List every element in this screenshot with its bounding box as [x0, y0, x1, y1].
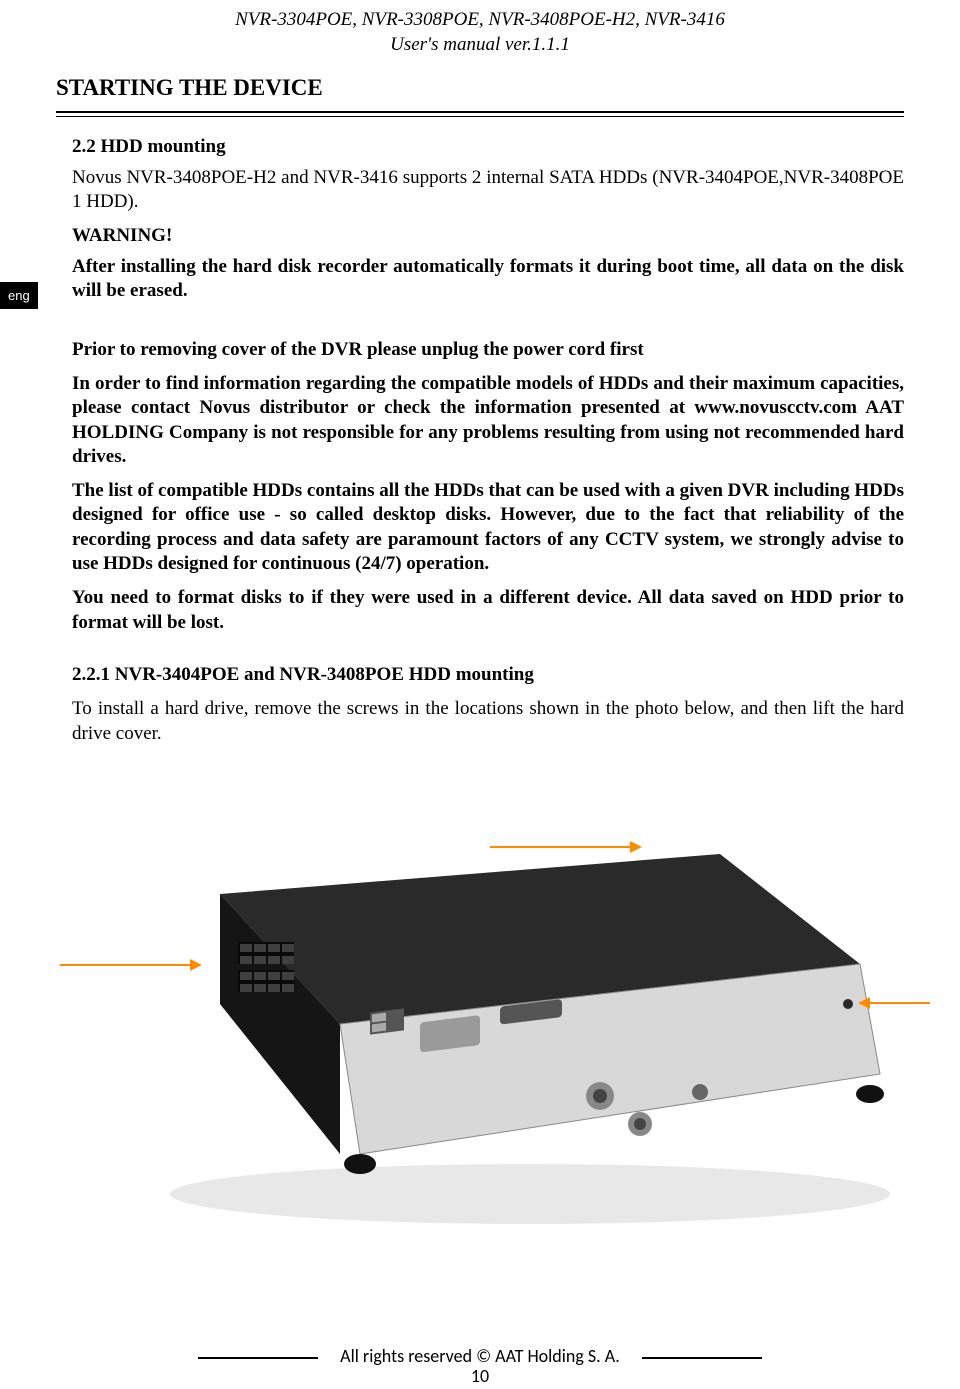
section-rule: [56, 111, 904, 117]
body-content: 2.2 HDD mounting Novus NVR-3408POE-H2 an…: [72, 135, 904, 746]
page-footer: All rights reserved © AAT Holding S. A.: [0, 1345, 960, 1367]
heading-2-2: 2.2 HDD mounting: [72, 135, 904, 159]
heading-2-2-1: 2.2.1 NVR-3404POE and NVR-3408POE HDD mo…: [72, 663, 904, 687]
paragraph-install: To install a hard drive, remove the scre…: [72, 697, 904, 746]
language-tab: eng: [0, 282, 38, 309]
paragraph-info: In order to find information regarding t…: [72, 372, 904, 469]
dvr-illustration: [0, 774, 960, 1254]
warning-text: After installing the hard disk recorder …: [72, 255, 904, 304]
arrow-indicator-left: [60, 964, 200, 966]
header-models: NVR-3304POE, NVR-3308POE, NVR-3408POE-H2…: [0, 8, 960, 33]
warning-label: WARNING!: [72, 224, 904, 248]
doc-header: NVR-3304POE, NVR-3308POE, NVR-3408POE-H2…: [0, 0, 960, 57]
paragraph-compatible-list: The list of compatible HDDs contains all…: [72, 479, 904, 576]
footer-rights: All rights reserved © AAT Holding S. A.: [340, 1345, 620, 1367]
paragraph-intro: Novus NVR-3408POE-H2 and NVR-3416 suppor…: [72, 166, 904, 215]
arrow-indicator-right: [860, 1002, 930, 1004]
paragraph-format: You need to format disks to if they were…: [72, 586, 904, 635]
page-number: 10: [0, 1365, 960, 1387]
header-manual-version: User's manual ver.1.1.1: [0, 33, 960, 58]
paragraph-prior: Prior to removing cover of the DVR pleas…: [72, 338, 904, 362]
figure-dvr-photo: [0, 774, 960, 1254]
section-title: STARTING THE DEVICE: [56, 75, 960, 101]
arrow-indicator-top: [490, 846, 640, 848]
